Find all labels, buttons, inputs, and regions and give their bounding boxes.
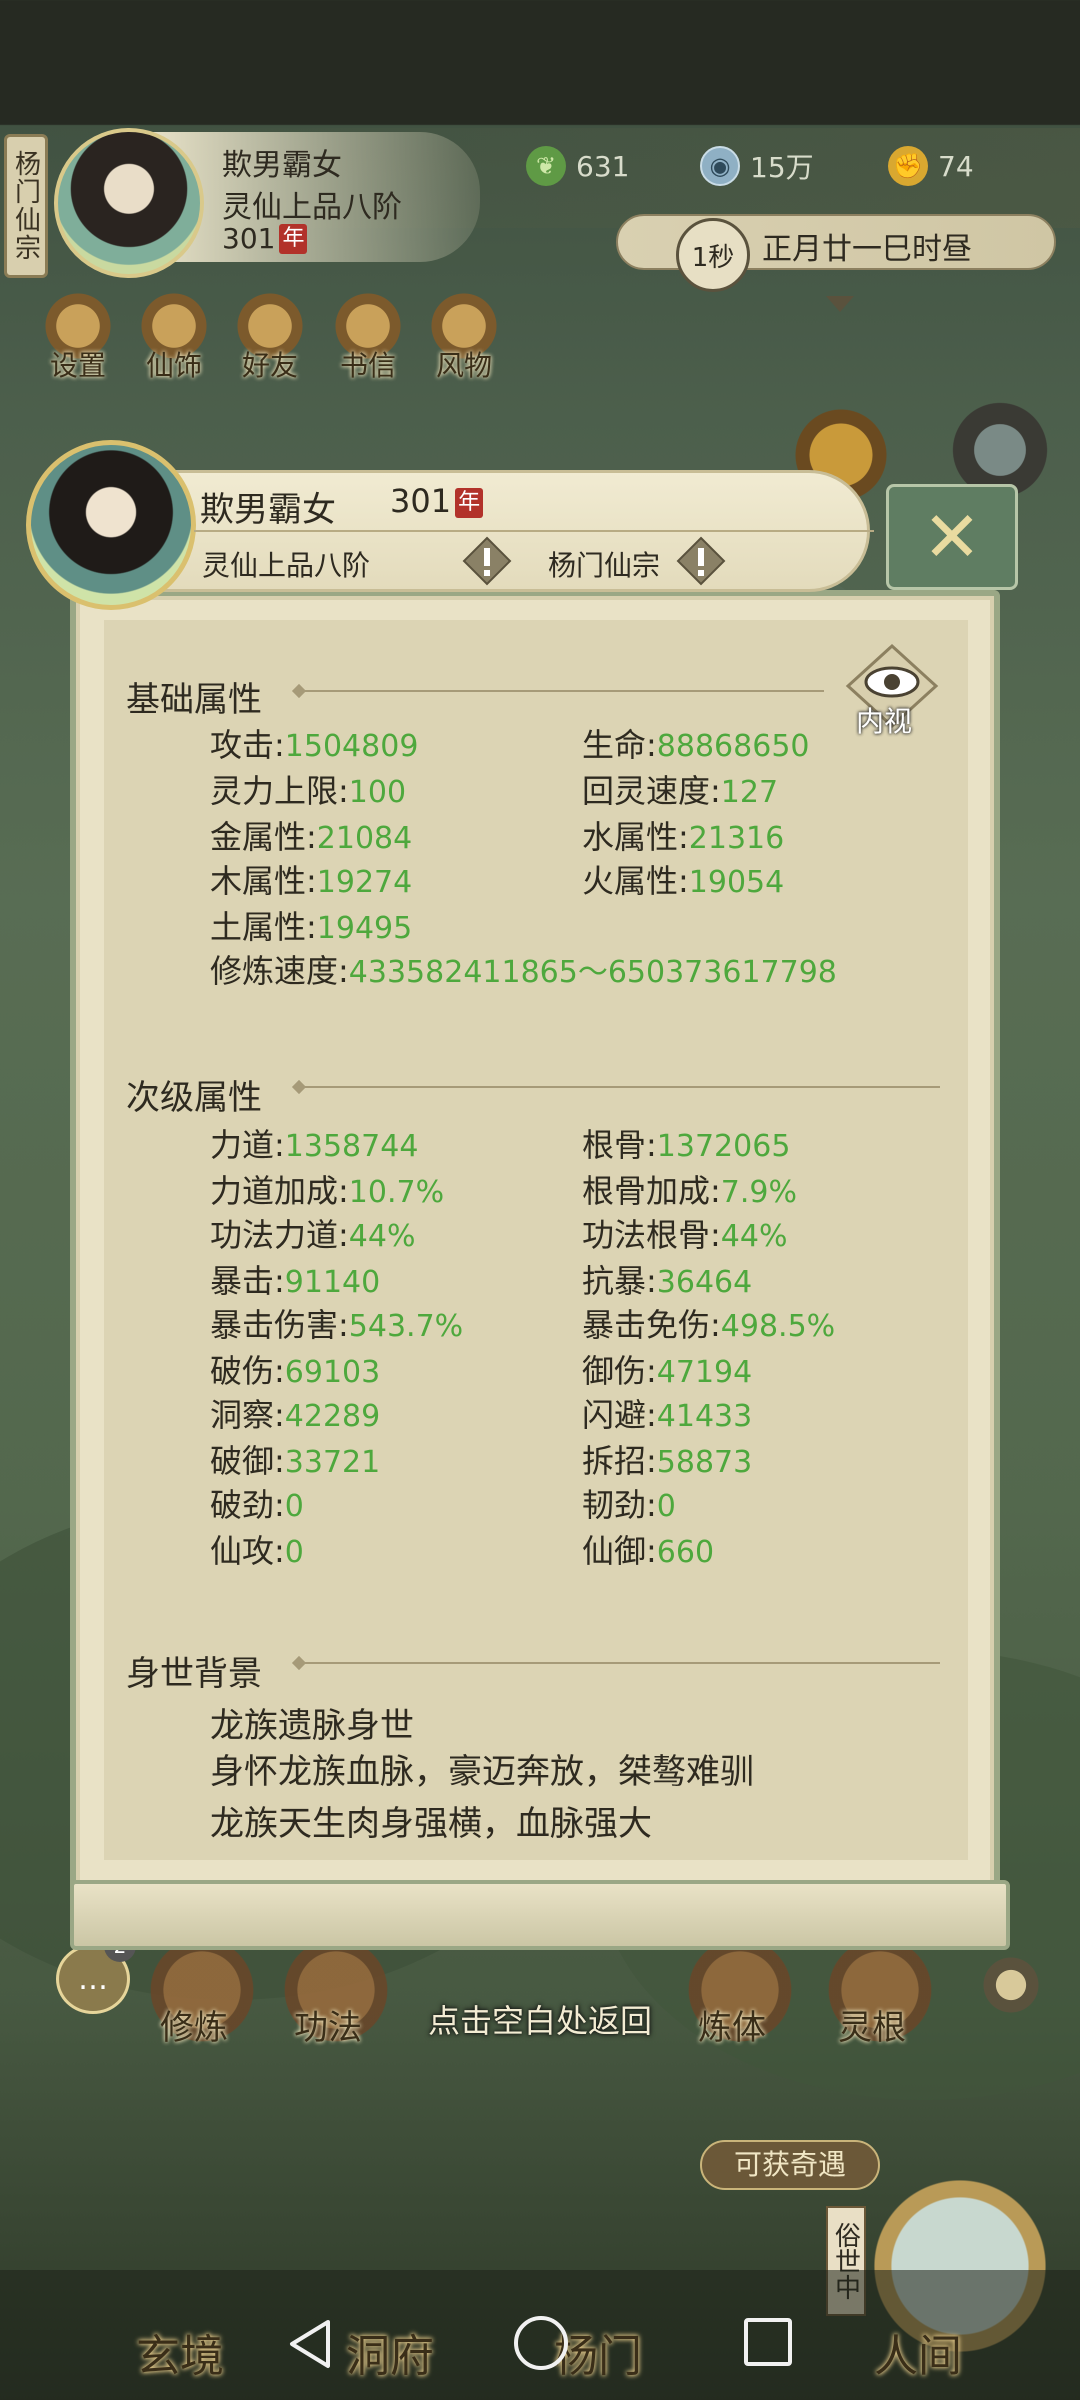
attr-insight: 洞察:42289 — [210, 1396, 381, 1434]
sect-tag: 杨门仙宗 — [4, 134, 48, 278]
attr-crit-damage: 暴击伤害:543.7% — [210, 1306, 464, 1344]
attr-dodge: 闪避:41433 — [582, 1396, 753, 1434]
attr-power: 力道:1358744 — [210, 1126, 419, 1164]
close-x-icon: ✕ — [922, 496, 982, 578]
attr-metal: 金属性:21084 — [210, 818, 413, 856]
modal-rank: 灵仙上品八阶 — [202, 549, 371, 582]
attr-parry: 拆招:58873 — [582, 1442, 753, 1480]
coin-resource: ◉ 15万 — [700, 146, 814, 186]
strength-icon: ✊ — [888, 146, 928, 186]
attr-cultivation-speed: 修炼速度:433582411865～650373617798 — [210, 952, 837, 990]
attr-hp: 生命:88868650 — [582, 726, 810, 764]
attr-water: 水属性:21316 — [582, 818, 785, 856]
attr-skill-power: 功法力道:44% — [210, 1216, 416, 1254]
panel-footer — [70, 1880, 1010, 1950]
attr-immortal-attack: 仙攻:0 — [210, 1532, 304, 1570]
recent-apps-icon[interactable] — [744, 2318, 792, 2366]
modal-name: 欺男霸女 — [200, 490, 336, 530]
attr-tenacity: 韧劲:0 — [582, 1486, 676, 1524]
time-speed-button[interactable]: 1秒 — [676, 218, 750, 292]
tap-to-return-hint[interactable]: 点击空白处返回 — [0, 1996, 1080, 2042]
modal-age: 301 年 — [390, 482, 484, 520]
basic-attr-divider — [300, 690, 824, 692]
attr-crit-resist: 抗暴:36464 — [582, 1262, 753, 1300]
menu-scenery[interactable]: 风物 — [420, 288, 508, 384]
player-avatar[interactable] — [54, 128, 204, 278]
coin-count: 15万 — [750, 151, 814, 184]
background-line: 身怀龙族血脉，豪迈奔放，桀骜难驯 — [210, 1752, 754, 1792]
attr-constitution: 根骨:1372065 — [582, 1126, 791, 1164]
attr-break-damage: 破伤:69103 — [210, 1352, 381, 1390]
sect-info-icon[interactable] — [676, 536, 726, 586]
jade-icon: ❦ — [526, 146, 566, 186]
background-title: 身世背景 — [126, 1654, 262, 1694]
strength-count: 74 — [938, 149, 974, 183]
back-icon[interactable] — [282, 2316, 338, 2372]
game-date: 正月廿一巳时昼 — [762, 232, 972, 267]
header-divider — [194, 530, 874, 532]
attr-damage-guard: 御伤:47194 — [582, 1352, 753, 1390]
menu-mail[interactable]: 书信 — [324, 288, 412, 384]
inner-view-label: 内视 — [856, 705, 913, 738]
attr-fire: 火属性:19054 — [582, 862, 785, 900]
attr-break-defense: 破御:33721 — [210, 1442, 381, 1480]
attr-wood: 木属性:19274 — [210, 862, 413, 900]
close-button[interactable]: ✕ — [886, 484, 1018, 590]
rank-info-icon[interactable] — [462, 536, 512, 586]
attr-mana-regen: 回灵速度:127 — [582, 772, 779, 810]
attr-mana-cap: 灵力上限:100 — [210, 772, 407, 810]
background-divider — [300, 1662, 940, 1664]
basic-attr-title: 基础属性 — [126, 680, 262, 720]
menu-ornament[interactable]: 仙饰 — [130, 288, 218, 384]
secondary-attr-title: 次级属性 — [126, 1078, 262, 1118]
adventure-button[interactable]: 可获奇遇 — [700, 2140, 880, 2190]
jade-resource: ❦ 631 — [526, 146, 629, 186]
player-name: 欺男霸女 — [222, 148, 342, 183]
chevron-down-icon[interactable] — [826, 296, 854, 312]
modal-sect: 杨门仙宗 — [548, 549, 661, 582]
attr-power-bonus: 力道加成:10.7% — [210, 1172, 445, 1210]
attr-skill-constitution: 功法根骨:44% — [582, 1216, 788, 1254]
player-age: 301 年 — [222, 222, 308, 255]
menu-settings[interactable]: 设置 — [34, 288, 122, 384]
secondary-attr-divider — [300, 1086, 940, 1088]
jade-count: 631 — [576, 149, 630, 183]
menu-friends[interactable]: 好友 — [226, 288, 314, 384]
strength-resource: ✊ 74 — [888, 146, 974, 186]
home-icon[interactable] — [514, 2316, 568, 2370]
attr-attack: 攻击:1504809 — [210, 726, 419, 764]
attr-crit-damage-reduction: 暴击免伤:498.5% — [582, 1306, 836, 1344]
attr-earth: 土属性:19495 — [210, 908, 413, 946]
attr-constitution-bonus: 根骨加成:7.9% — [582, 1172, 798, 1210]
coin-icon: ◉ — [700, 146, 740, 186]
attr-immortal-defense: 仙御:660 — [582, 1532, 715, 1570]
attr-crit: 暴击:91140 — [210, 1262, 381, 1300]
background-line: 龙族天生肉身强横，血脉强大 — [210, 1804, 652, 1844]
player-rank: 灵仙上品八阶 — [222, 190, 402, 225]
modal-avatar — [26, 440, 196, 610]
background-line: 龙族遗脉身世 — [210, 1706, 414, 1746]
attr-break-tenacity: 破劲:0 — [210, 1486, 304, 1524]
chat-bubble-icon: … — [78, 1961, 108, 1997]
